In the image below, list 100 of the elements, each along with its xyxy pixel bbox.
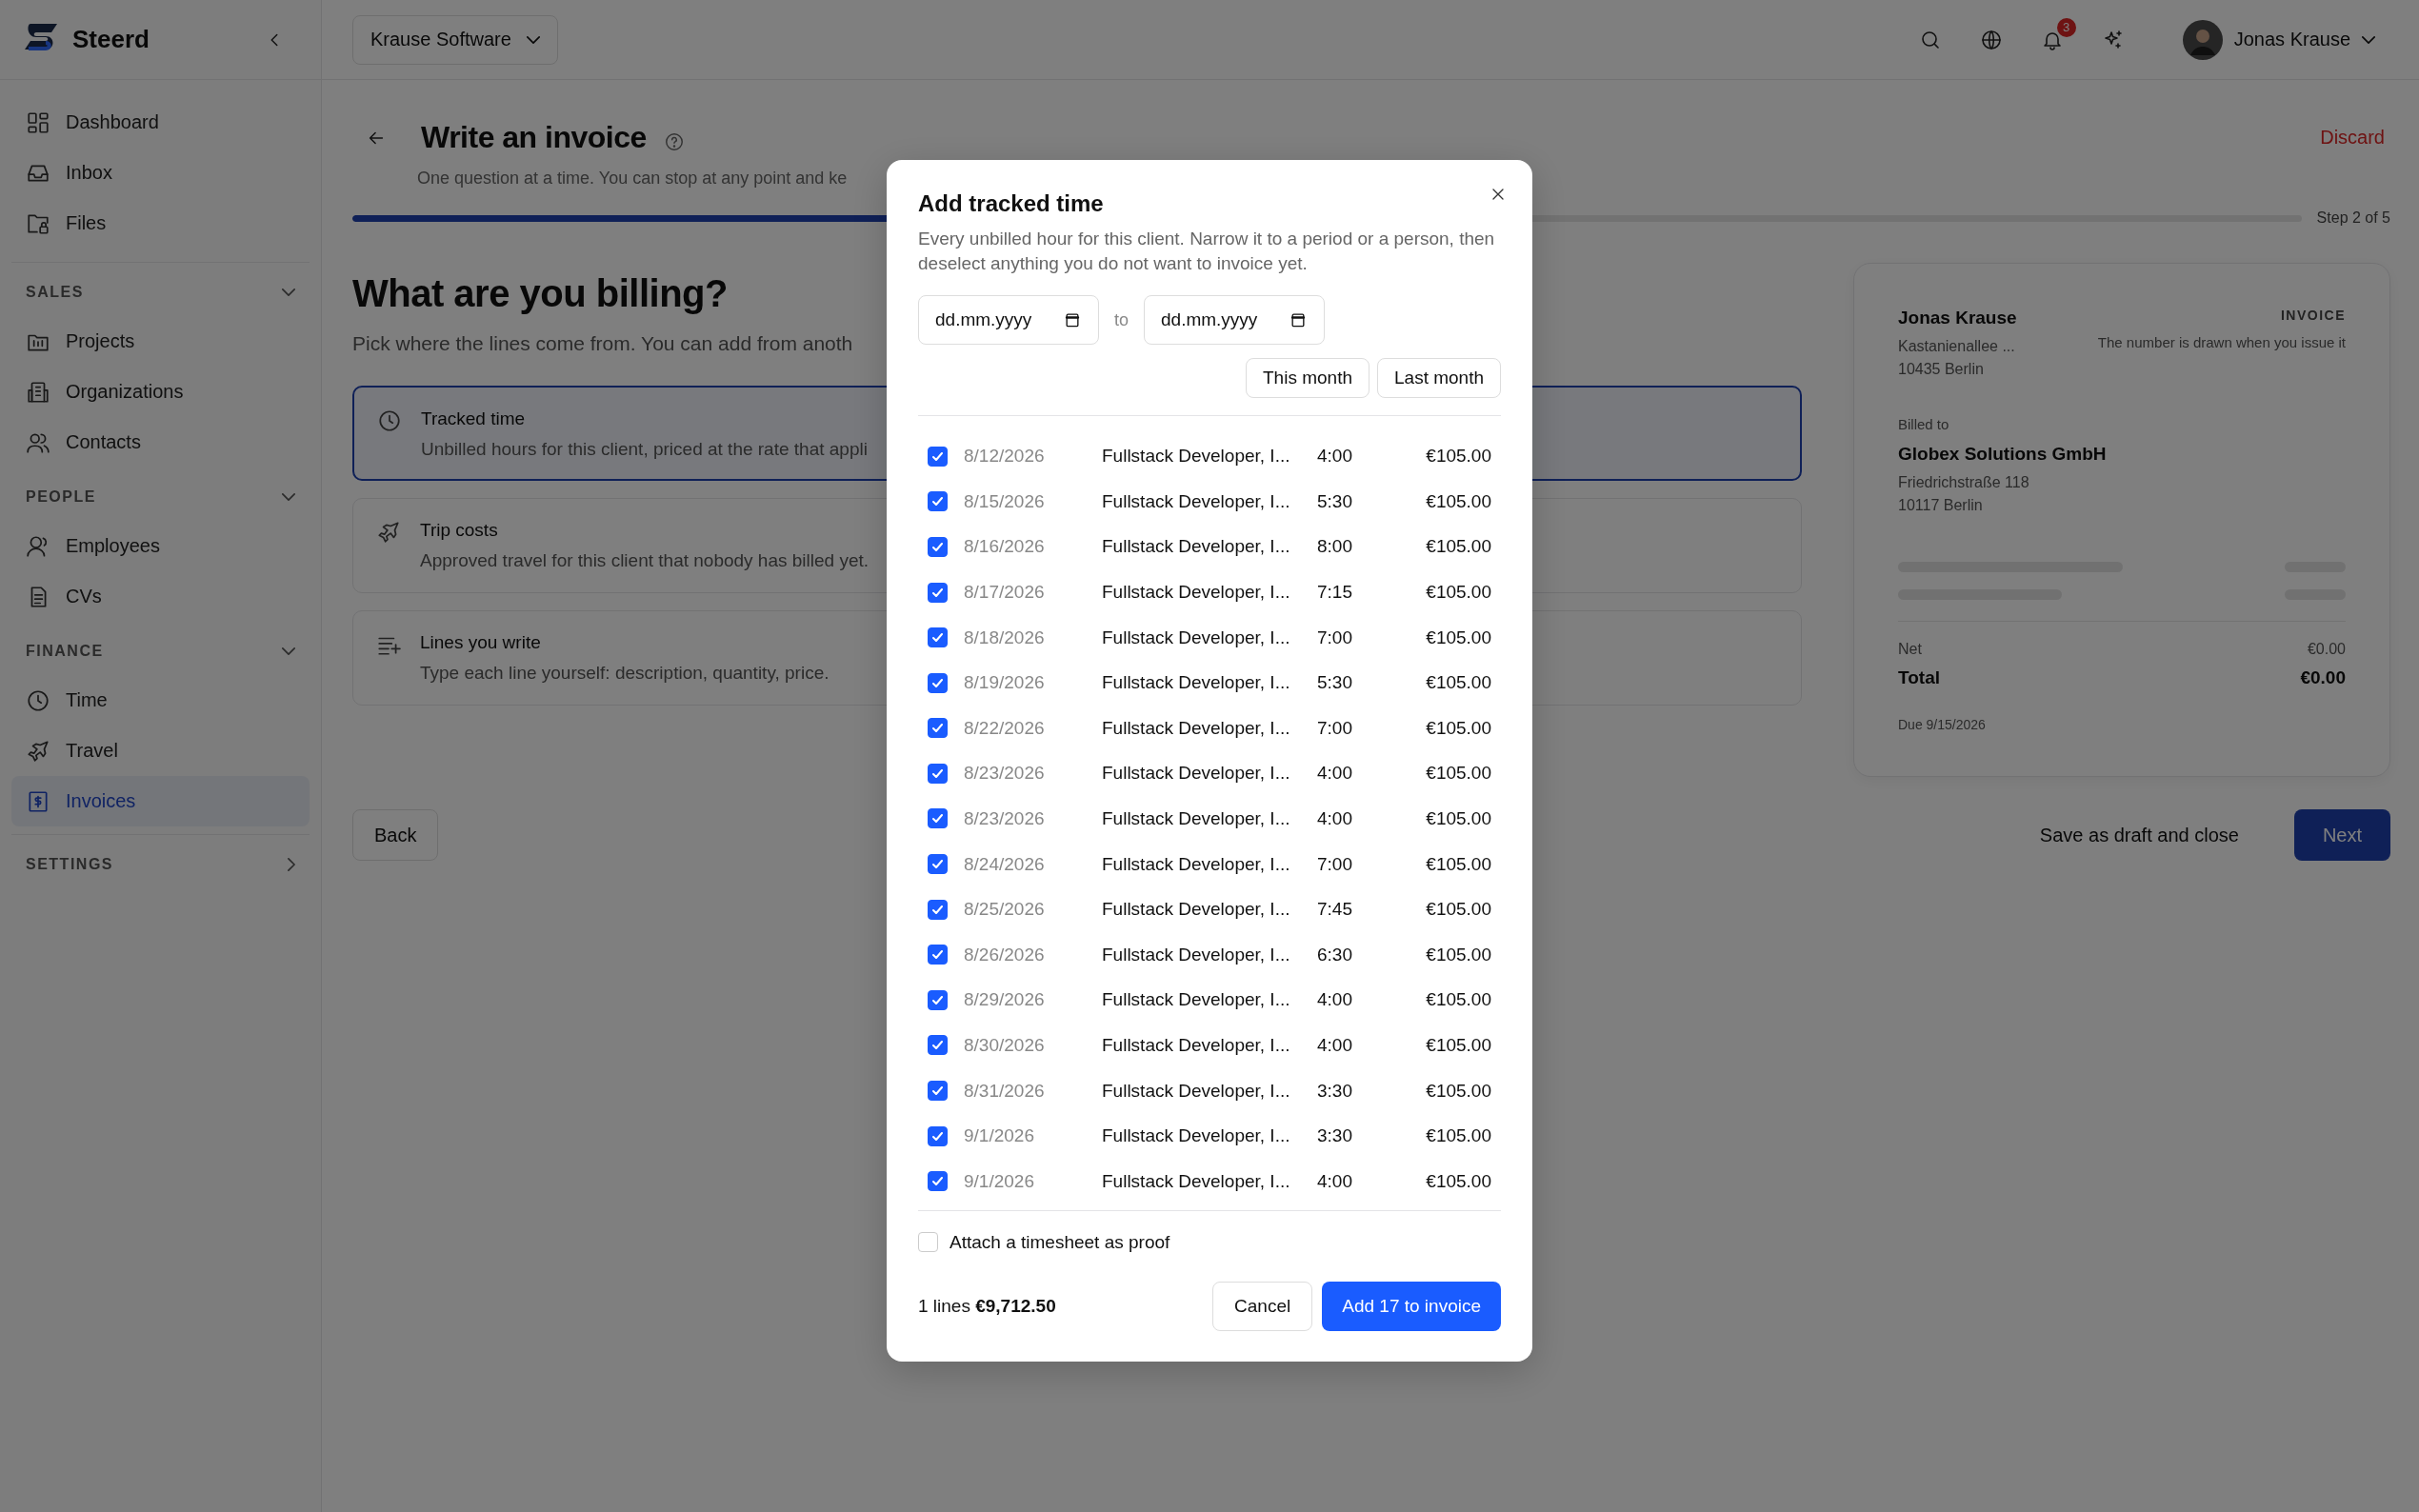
entry-date: 8/25/2026 xyxy=(964,899,1046,921)
entry-description: Fullstack Developer, I... xyxy=(1102,536,1291,558)
entry-date: 8/18/2026 xyxy=(964,627,1046,648)
question-heading: What are you billing? xyxy=(352,272,728,315)
entry-date: 8/23/2026 xyxy=(964,763,1046,785)
notification-badge: 3 xyxy=(2056,17,2076,37)
number-note: The number is drawn when you issue it xyxy=(2097,334,2346,350)
entry-description: Fullstack Developer, I... xyxy=(1102,717,1291,739)
client-name: Globex Solutions GmbH xyxy=(1898,444,2108,465)
entry-date: 8/29/2026 xyxy=(964,989,1046,1011)
entry-duration: 5:30 xyxy=(1317,490,1353,512)
entry-duration: 4:00 xyxy=(1317,1034,1353,1056)
entry-amount: €105.00 xyxy=(1426,1125,1491,1147)
entry-amount: €105.00 xyxy=(1426,853,1491,875)
entry-date: 8/26/2026 xyxy=(964,944,1046,965)
entry-description: Fullstack Developer, I... xyxy=(1102,944,1291,965)
entry-date: 8/19/2026 xyxy=(964,672,1046,694)
entry-amount: €105.00 xyxy=(1426,582,1491,603)
billed-to-label: Billed to xyxy=(1898,416,1950,432)
entry-date: 9/1/2026 xyxy=(964,1170,1035,1192)
entry-date: 8/23/2026 xyxy=(964,808,1046,829)
entry-amount: €105.00 xyxy=(1426,446,1491,468)
step-label: Step 2 of 5 xyxy=(2316,209,2390,227)
entry-date: 8/17/2026 xyxy=(964,582,1046,603)
entry-amount: €105.00 xyxy=(1426,899,1491,921)
total-value: €0.00 xyxy=(2300,667,2346,688)
entry-date: 9/1/2026 xyxy=(964,1125,1035,1147)
entry-duration: 7:00 xyxy=(1317,717,1353,739)
entry-date: 8/22/2026 xyxy=(964,717,1046,739)
entry-amount: €105.00 xyxy=(1426,989,1491,1011)
entry-duration: 4:00 xyxy=(1317,763,1353,785)
entry-description: Fullstack Developer, I... xyxy=(1102,582,1291,603)
net-label: Net xyxy=(1898,641,1922,658)
option-description: Approved travel for this client that nobody has billed yet. xyxy=(420,550,870,571)
entry-duration: 3:30 xyxy=(1317,1125,1353,1147)
attach-label: Attach a timesheet as proof xyxy=(950,1231,1170,1253)
entry-duration: 4:00 xyxy=(1317,1170,1353,1192)
sender-street: Kastanienallee ... xyxy=(1898,338,2016,355)
entry-duration: 7:15 xyxy=(1317,582,1353,603)
brand-name: Steerd xyxy=(72,25,150,54)
net-value: €0.00 xyxy=(2307,641,2346,658)
client-city: 10117 Berlin xyxy=(1898,497,1984,514)
entry-description: Fullstack Developer, I... xyxy=(1102,490,1291,512)
entry-description: Fullstack Developer, I... xyxy=(1102,1125,1291,1147)
option-description: Unbilled hours for this client, priced at the rate that appli xyxy=(421,439,868,460)
entry-amount: €105.00 xyxy=(1426,1170,1491,1192)
question-hint: Pick where the lines come from. You can add from anoth xyxy=(352,332,853,355)
entry-amount: €105.00 xyxy=(1426,944,1491,965)
dialog-title: Add tracked time xyxy=(918,190,1105,217)
entry-amount: €105.00 xyxy=(1426,536,1491,558)
entry-description: Fullstack Developer, I... xyxy=(1102,853,1291,875)
entry-amount: €105.00 xyxy=(1426,763,1491,785)
entry-duration: 4:00 xyxy=(1317,989,1353,1011)
total-label: Total xyxy=(1898,667,1940,688)
entry-date: 8/30/2026 xyxy=(964,1034,1046,1056)
entry-duration: 5:30 xyxy=(1317,672,1353,694)
entry-duration: 7:00 xyxy=(1317,627,1353,648)
entry-duration: 3:30 xyxy=(1317,1080,1353,1102)
entry-duration: 4:00 xyxy=(1317,808,1353,829)
option-description: Type each line yourself: description, quantity, price. xyxy=(420,663,830,684)
entry-description: Fullstack Developer, I... xyxy=(1102,446,1291,468)
page-subtitle: One question at a time. You can stop at any point and ke xyxy=(417,169,849,189)
entry-duration: 6:30 xyxy=(1317,944,1353,965)
client-street: Friedrichstraße 118 xyxy=(1898,474,2030,491)
entry-date: 8/31/2026 xyxy=(964,1080,1046,1102)
entry-date: 8/16/2026 xyxy=(964,536,1046,558)
entry-description: Fullstack Developer, I... xyxy=(1102,989,1291,1011)
entry-description: Fullstack Developer, I... xyxy=(1102,1080,1291,1102)
entry-amount: €105.00 xyxy=(1426,808,1491,829)
sender-city: 10435 Berlin xyxy=(1898,361,1985,378)
page-title: Write an invoice xyxy=(421,120,647,155)
entry-amount: €105.00 xyxy=(1426,1034,1491,1056)
entry-description: Fullstack Developer, I... xyxy=(1102,899,1291,921)
entry-description: Fullstack Developer, I... xyxy=(1102,1170,1291,1192)
entry-description: Fullstack Developer, I... xyxy=(1102,627,1291,648)
option-title: Trip costs xyxy=(420,520,499,541)
entry-duration: 7:45 xyxy=(1317,899,1353,921)
entry-amount: €105.00 xyxy=(1426,1080,1491,1102)
entry-amount: €105.00 xyxy=(1426,672,1491,694)
option-title: Tracked time xyxy=(421,408,527,429)
entry-date: 8/24/2026 xyxy=(964,853,1046,875)
sender-name: Jonas Krause xyxy=(1898,308,2017,328)
entry-duration: 8:00 xyxy=(1317,536,1353,558)
entry-description: Fullstack Developer, I... xyxy=(1102,763,1291,785)
due-date: Due 9/15/2026 xyxy=(1898,717,1987,732)
option-title: Lines you write xyxy=(420,632,542,653)
entry-description: Fullstack Developer, I... xyxy=(1102,808,1291,829)
entry-amount: €105.00 xyxy=(1426,627,1491,648)
dialog-description: Every unbilled hour for this client. Narrow it to a period or a person, then deselect anything you do not want to invoice yet. xyxy=(918,228,1496,276)
range-separator: to xyxy=(1114,309,1129,330)
entry-description: Fullstack Developer, I... xyxy=(1102,672,1291,694)
document-label: INVOICE xyxy=(2279,308,2346,323)
entry-duration: 7:00 xyxy=(1317,853,1353,875)
entry-description: Fullstack Developer, I... xyxy=(1102,1034,1291,1056)
entry-date: 8/15/2026 xyxy=(964,490,1046,512)
entry-date: 8/12/2026 xyxy=(964,446,1046,468)
entry-amount: €105.00 xyxy=(1426,717,1491,739)
selection-summary: 1 lines €9,712.50 xyxy=(918,1295,1056,1317)
entry-amount: €105.00 xyxy=(1426,490,1491,512)
entry-duration: 4:00 xyxy=(1317,446,1353,468)
